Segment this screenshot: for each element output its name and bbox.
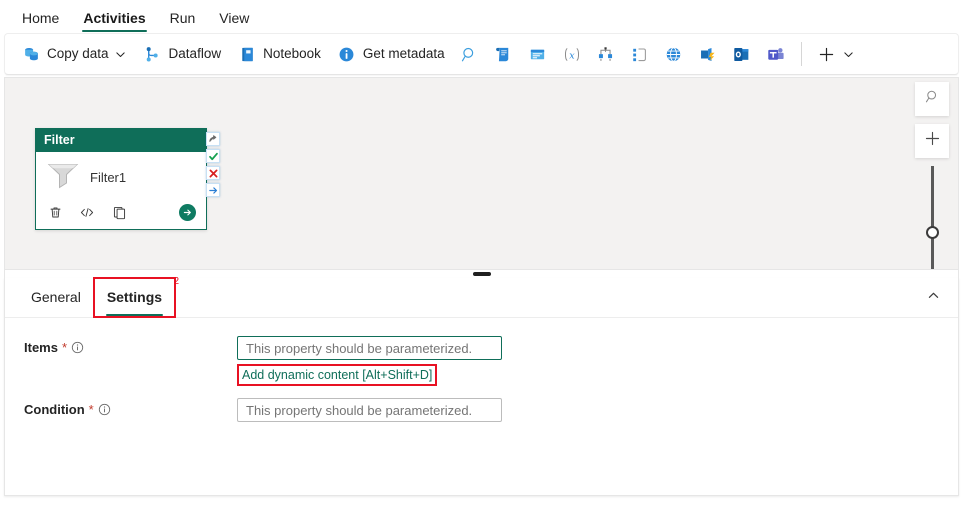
properties-tab-bar: General Settings 2 [5, 276, 958, 318]
pipeline-editor: Home Activities Run View Copy data Dataf… [0, 0, 963, 507]
condition-field-label: Condition [24, 402, 85, 417]
tab-general[interactable]: General [19, 279, 93, 316]
items-field-control: Add dynamic content [Alt+Shift+D] [237, 336, 502, 386]
activities-toolbar: Copy data Dataflow Notebook Get metadata… [4, 33, 959, 75]
activity-connector-handles [206, 132, 222, 197]
dataflow-button[interactable]: Dataflow [135, 38, 230, 70]
duplicate-icon[interactable] [110, 203, 128, 221]
teams-icon [766, 44, 786, 64]
ribbon-tab-view[interactable]: View [207, 6, 261, 32]
notebook-label: Notebook [263, 46, 321, 62]
zoom-in-button[interactable] [915, 124, 949, 158]
condition-required-marker: * [88, 402, 94, 417]
on-completion-handle[interactable] [206, 183, 220, 197]
canvas-controls [914, 82, 950, 269]
outlook-icon [732, 44, 752, 64]
if-condition-icon [630, 44, 650, 64]
on-failure-handle[interactable] [206, 166, 220, 180]
tab-settings-label: Settings [106, 289, 163, 305]
form-row-condition: Condition * [5, 398, 958, 422]
copy-data-chevron-down-icon[interactable] [115, 48, 127, 60]
splitter-grabber[interactable] [472, 272, 491, 276]
stored-procedure-button[interactable] [521, 38, 555, 70]
tab-settings[interactable]: Settings 2 [92, 276, 180, 318]
script-icon [494, 44, 514, 64]
panel-collapse-button[interactable] [922, 287, 944, 309]
code-view-icon[interactable] [78, 203, 96, 221]
activity-card-footer [36, 199, 206, 229]
items-add-dynamic-content-link[interactable]: Add dynamic content [Alt+Shift+D] [239, 367, 435, 383]
azure-function-button[interactable] [691, 38, 725, 70]
ribbon-tab-activities[interactable]: Activities [71, 6, 157, 32]
ribbon-tab-bar: Home Activities Run View [0, 0, 963, 32]
items-field-label: Items [24, 340, 58, 355]
on-skip-handle[interactable] [206, 132, 220, 146]
copy-data-button[interactable]: Copy data [13, 38, 135, 70]
properties-panel: General Settings 2 Items * This property… [4, 276, 959, 496]
zoom-in-icon [924, 130, 941, 152]
canvas-search-button[interactable] [915, 82, 949, 116]
run-arrow-icon[interactable] [179, 203, 196, 221]
filter-activity-card[interactable]: Filter Filter1 [35, 128, 207, 231]
add-activity-button[interactable] [810, 38, 862, 70]
script-button[interactable] [487, 38, 521, 70]
zoom-slider-track [930, 166, 934, 269]
copy-data-icon [21, 44, 41, 64]
lookup-icon [460, 44, 480, 64]
ribbon-tab-run[interactable]: Run [158, 6, 208, 32]
set-variable-button[interactable]: x [555, 38, 589, 70]
azure-function-icon [698, 44, 718, 64]
switch-button[interactable] [589, 38, 623, 70]
activity-type-label: Filter [36, 129, 206, 153]
chevron-up-icon [927, 289, 940, 307]
canvas-search-icon [924, 88, 941, 110]
notebook-button[interactable]: Notebook [229, 38, 329, 70]
items-info-icon[interactable] [71, 341, 84, 354]
set-variable-icon: x [562, 44, 582, 64]
copy-data-label: Copy data [47, 46, 109, 62]
pipeline-canvas[interactable]: Filter Filter1 [4, 77, 959, 269]
notebook-icon [237, 44, 257, 64]
items-dynamic-content-annotation: Add dynamic content [Alt+Shift+D] [237, 364, 438, 386]
zoom-slider-thumb[interactable] [925, 226, 939, 239]
filter-funnel-icon [46, 160, 80, 195]
add-activity-chevron-down-icon[interactable] [843, 48, 855, 60]
ribbon-tab-home[interactable]: Home [10, 6, 71, 32]
activity-card-body: Filter1 [36, 152, 206, 199]
get-metadata-label: Get metadata [362, 46, 445, 62]
if-condition-button[interactable] [623, 38, 657, 70]
switch-icon [596, 44, 616, 64]
add-activity-icon [817, 44, 837, 64]
annotation-number-2: 2 [173, 276, 180, 287]
get-metadata-button[interactable]: Get metadata [329, 38, 453, 70]
activity-name-label: Filter1 [90, 170, 127, 186]
form-row-items: Items * Add dynamic content [Alt+Shift+D… [5, 336, 958, 386]
web-button[interactable] [657, 38, 691, 70]
lookup-button[interactable] [453, 38, 487, 70]
web-icon [664, 44, 684, 64]
items-field-label-group: Items * [5, 336, 237, 355]
condition-field-control [237, 398, 502, 422]
delete-icon[interactable] [46, 203, 64, 221]
on-success-handle[interactable] [206, 149, 220, 163]
outlook-button[interactable] [725, 38, 759, 70]
items-input[interactable] [237, 336, 502, 360]
settings-form: Items * Add dynamic content [Alt+Shift+D… [5, 318, 958, 422]
zoom-slider[interactable] [915, 166, 949, 269]
svg-text:x: x [569, 50, 575, 61]
condition-input[interactable] [237, 398, 502, 422]
dataflow-icon [143, 44, 163, 64]
stored-procedure-icon [528, 44, 548, 64]
get-metadata-icon [337, 44, 357, 64]
condition-field-label-group: Condition * [5, 398, 237, 417]
teams-button[interactable] [759, 38, 793, 70]
dataflow-label: Dataflow [168, 46, 222, 62]
toolbar-divider [800, 42, 802, 66]
items-required-marker: * [61, 340, 68, 355]
condition-info-icon[interactable] [98, 403, 111, 416]
